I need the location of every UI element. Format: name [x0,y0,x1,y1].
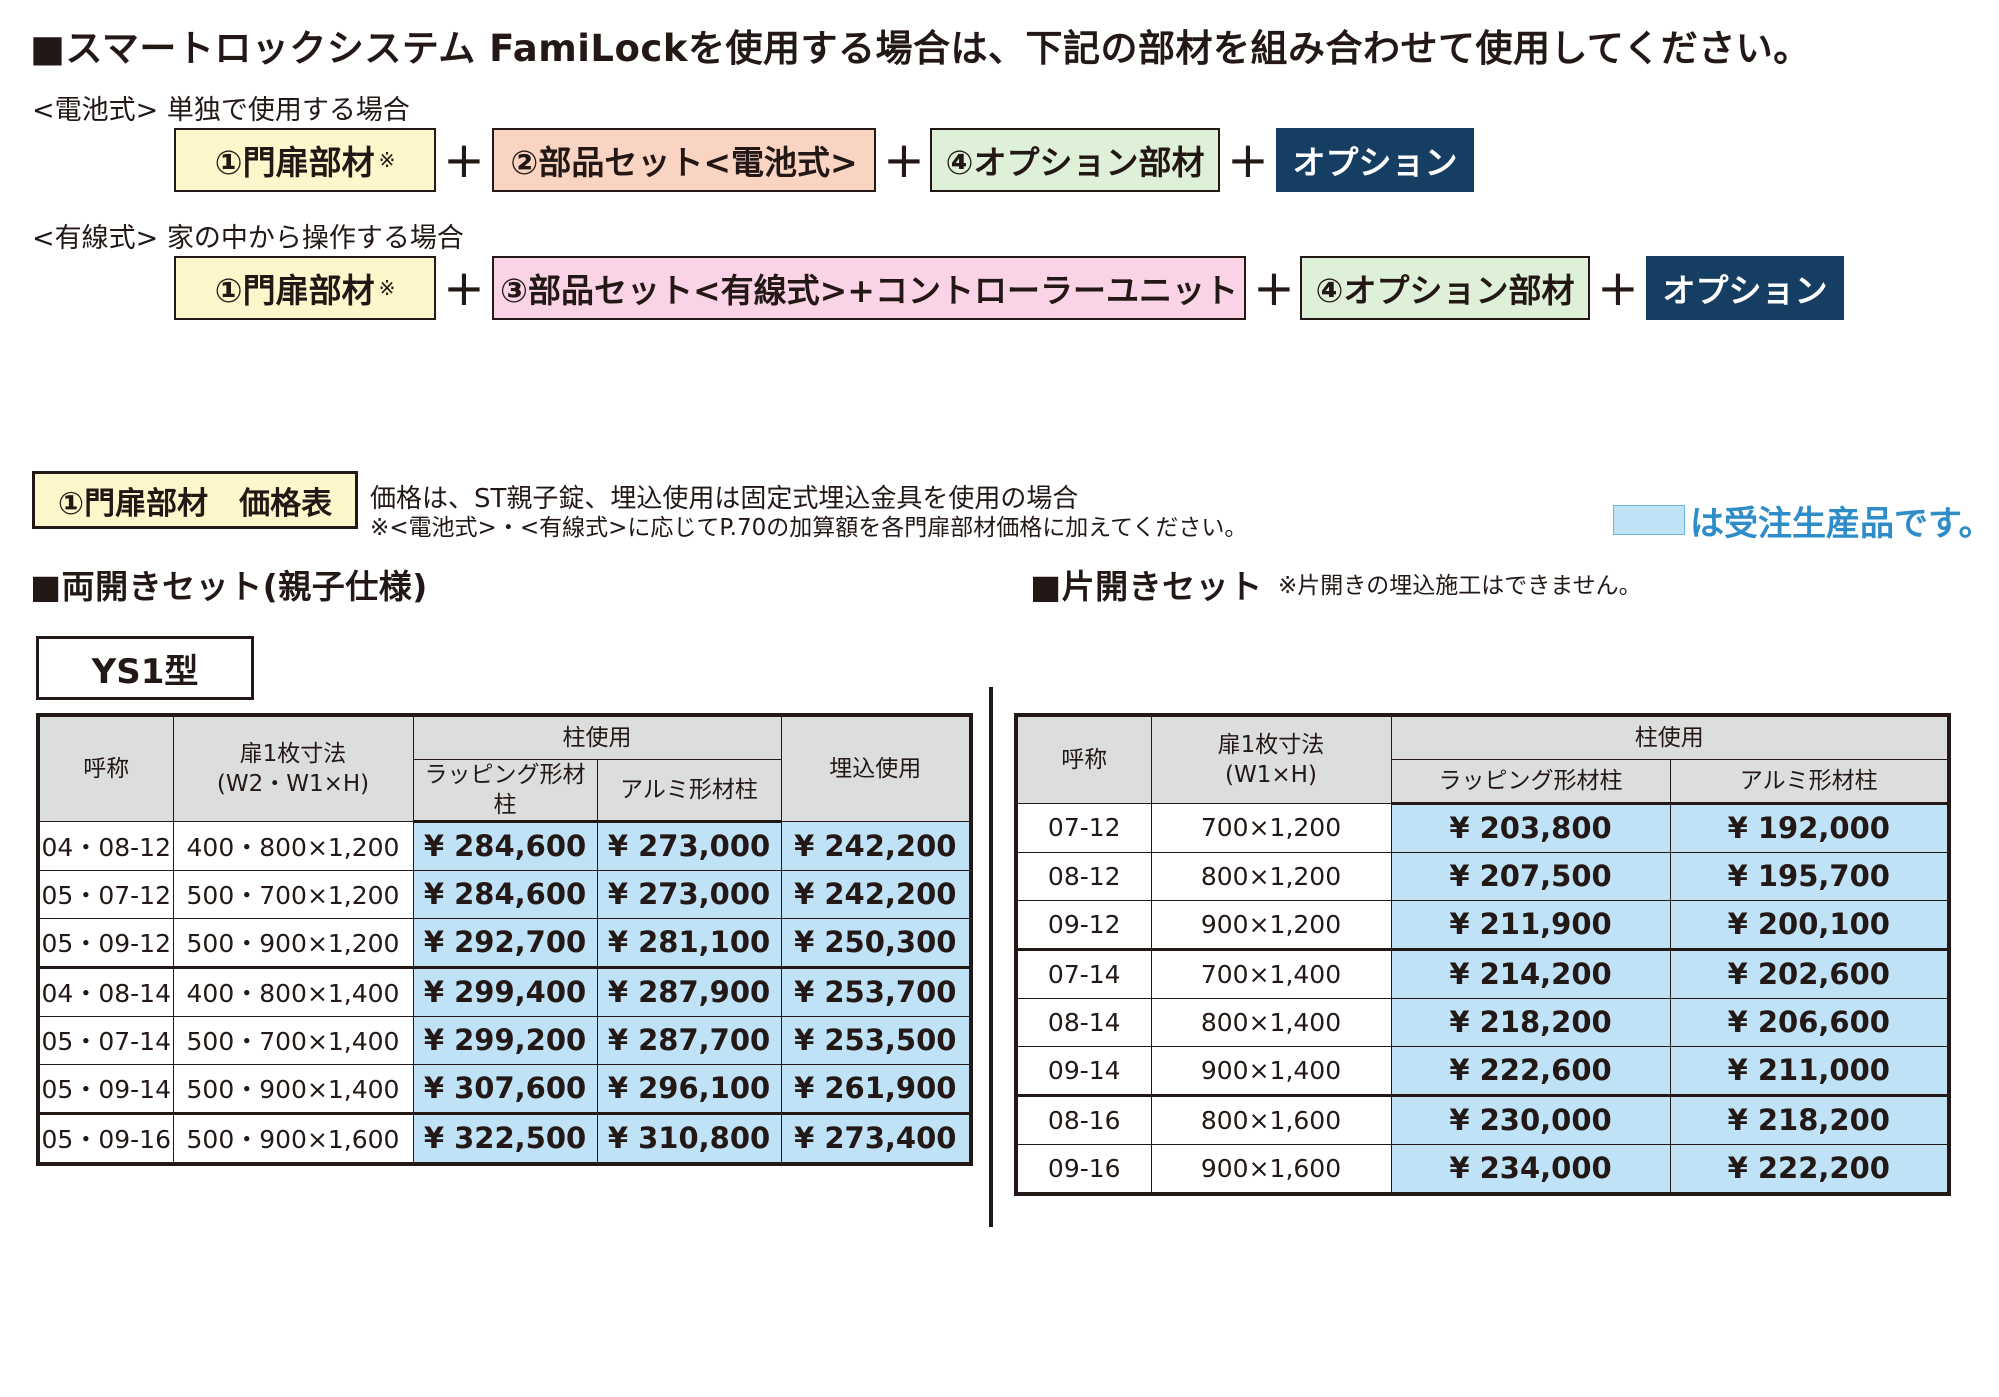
table-row: 08-14 800×1,400 ¥ 218,200 ¥ 206,600 [1015,997,1950,1047]
section-divider [989,687,993,1227]
table-row: 05・09-14 500・900×1,400 ¥ 307,600 ¥ 296,100… [37,1063,972,1114]
table-row: 05・09-12 500・900×1,200 ¥ 292,700 ¥ 281,100… [37,917,972,968]
plus-sign: + [443,259,485,317]
col-header-alu: アルミ形材柱 [596,758,782,823]
wired-parts-set-label: ③部品セット<有線式>+コントローラーユニット [500,271,1238,310]
single-set-title: ■片開きセット [1030,567,1263,606]
option-label: オプション [1292,143,1458,182]
plus-sign: + [1253,259,1295,317]
page-title: ■スマートロックシステム FamiLockを使用する場合は、下記の部材を組み合わ… [30,27,1811,70]
col-header-size: 扉1枚寸法 (W2・W1×H) [172,714,414,822]
door-parts-box: ①門扉部材 ※ [174,128,436,192]
battery-parts-set-label: ②部品セット<電池式> [510,143,858,182]
option-parts-box: ④オプション部材 [1300,256,1590,320]
table-row: 09-16 900×1,600 ¥ 234,000 ¥ 222,200 [1015,1143,1950,1194]
option-box: オプション [1646,256,1844,320]
single-set-price-table: 呼称 扉1枚寸法 (W1×H) 柱使用 ラッピング形材柱 アルミ形材柱 07-12… [1014,713,1951,1196]
col-header-wrap: ラッピング形材柱 [1390,758,1671,805]
battery-combo-label: <電池式> 単独で使用する場合 [32,95,410,126]
col-header-pillar: 柱使用 [412,714,782,760]
door-parts-label: ①門扉部材 [214,143,375,182]
made-to-order-legend: は受注生産品です。 [1690,504,1993,544]
col-header-embed: 埋込使用 [780,714,972,822]
wired-combo-label: <有線式> 家の中から操作する場合 [32,223,464,254]
col-header-pillar: 柱使用 [1390,714,1950,760]
battery-parts-set-box: ②部品セット<電池式> [492,128,876,192]
plus-sign: + [1597,259,1639,317]
table-row: 05・09-16 500・900×1,600 ¥ 322,500 ¥ 310,800… [37,1111,972,1164]
table-row: 07-14 700×1,400 ¥ 214,200 ¥ 202,600 [1015,947,1950,999]
table-row: 04・08-14 400・800×1,400 ¥ 299,400 ¥ 287,900… [37,965,972,1017]
plus-sign: + [1227,131,1269,189]
option-label: オプション [1662,271,1828,310]
table-row: 09-12 900×1,200 ¥ 211,900 ¥ 200,100 [1015,899,1950,950]
price-surcharge-note: ※<電池式>・<有線式>に応じてP.70の加算額を各門扉部材価格に加えてください… [370,515,1248,541]
table-row: 08-16 800×1,600 ¥ 230,000 ¥ 218,200 [1015,1093,1950,1145]
table-row: 05・07-12 500・700×1,200 ¥ 284,600 ¥ 273,000… [37,869,972,919]
note-mark: ※ [378,148,396,172]
price-table-title: ①門扉部材 価格表 [32,471,358,529]
option-parts-label: ④オプション部材 [945,143,1205,182]
table-row: 07-12 700×1,200 ¥ 203,800 ¥ 192,000 [1015,802,1950,853]
door-parts-box: ①門扉部材 ※ [174,256,436,320]
table-row: 04・08-12 400・800×1,200 ¥ 284,600 ¥ 273,000… [37,820,972,871]
single-set-note: ※片開きの埋込施工はできません。 [1278,573,1642,599]
col-header-name: 呼称 [1015,714,1152,804]
plus-sign: + [443,131,485,189]
table-row: 05・07-14 500・700×1,400 ¥ 299,200 ¥ 287,700… [37,1015,972,1065]
option-parts-box: ④オプション部材 [930,128,1220,192]
made-to-order-swatch [1613,505,1685,535]
col-header-size: 扉1枚寸法 (W1×H) [1150,714,1392,804]
double-set-price-table: 呼称 扉1枚寸法 (W2・W1×H) 柱使用 埋込使用 ラッピング形材柱 アルミ形… [36,713,973,1166]
door-parts-label: ①門扉部材 [214,271,375,310]
note-mark: ※ [378,276,396,300]
col-header-alu: アルミ形材柱 [1669,758,1950,805]
double-set-title: ■両開きセット(親子仕様) [30,567,428,606]
plus-sign: + [883,131,925,189]
wired-parts-set-box: ③部品セット<有線式>+コントローラーユニット [492,256,1246,320]
table-row: 09-14 900×1,400 ¥ 222,600 ¥ 211,000 [1015,1045,1950,1096]
option-parts-label: ④オプション部材 [1315,271,1575,310]
model-label: YS1型 [36,636,254,700]
option-box: オプション [1276,128,1474,192]
col-header-name: 呼称 [37,714,174,822]
table-row: 08-12 800×1,200 ¥ 207,500 ¥ 195,700 [1015,851,1950,901]
col-header-wrap: ラッピング形材柱 [412,758,598,823]
